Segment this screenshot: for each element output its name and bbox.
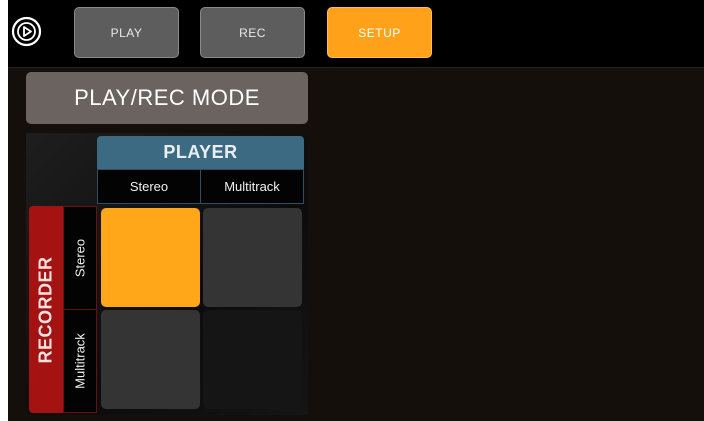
mode-cell-stereo-stereo[interactable] [101, 208, 200, 307]
row-label-multitrack: Multitrack [63, 309, 97, 413]
mode-cell-stereo-player-multitrack-recorder[interactable] [101, 310, 200, 409]
column-label-stereo: Stereo [97, 169, 201, 204]
play-rec-mode-matrix: PLAYER Stereo Multitrack RECORDER Stereo… [26, 133, 308, 415]
device-screen: PLAY REC SETUP PLAY/REC MODE PLAYER Ster… [8, 0, 704, 421]
column-label-multitrack: Multitrack [200, 169, 304, 204]
play-circle-icon[interactable] [11, 16, 42, 47]
recorder-header: RECORDER [29, 206, 63, 413]
mode-cell-multitrack-multitrack[interactable] [203, 310, 302, 409]
row-label-stereo-text: Stereo [72, 238, 88, 278]
tab-setup[interactable]: SETUP [327, 7, 432, 58]
tab-rec[interactable]: REC [200, 7, 305, 58]
recorder-header-label: RECORDER [35, 255, 56, 364]
tab-play-label: PLAY [110, 25, 143, 40]
player-header: PLAYER [97, 136, 304, 169]
row-label-multitrack-text: Multitrack [72, 333, 88, 389]
tab-rec-label: REC [239, 25, 266, 40]
tab-play[interactable]: PLAY [74, 7, 179, 58]
mode-cell-multitrack-player-stereo-recorder[interactable] [203, 208, 302, 307]
row-label-stereo: Stereo [63, 206, 97, 310]
tab-setup-label: SETUP [358, 25, 401, 40]
player-header-label: PLAYER [163, 142, 238, 162]
top-bar: PLAY REC SETUP [8, 0, 704, 68]
page-title: PLAY/REC MODE [26, 72, 308, 124]
